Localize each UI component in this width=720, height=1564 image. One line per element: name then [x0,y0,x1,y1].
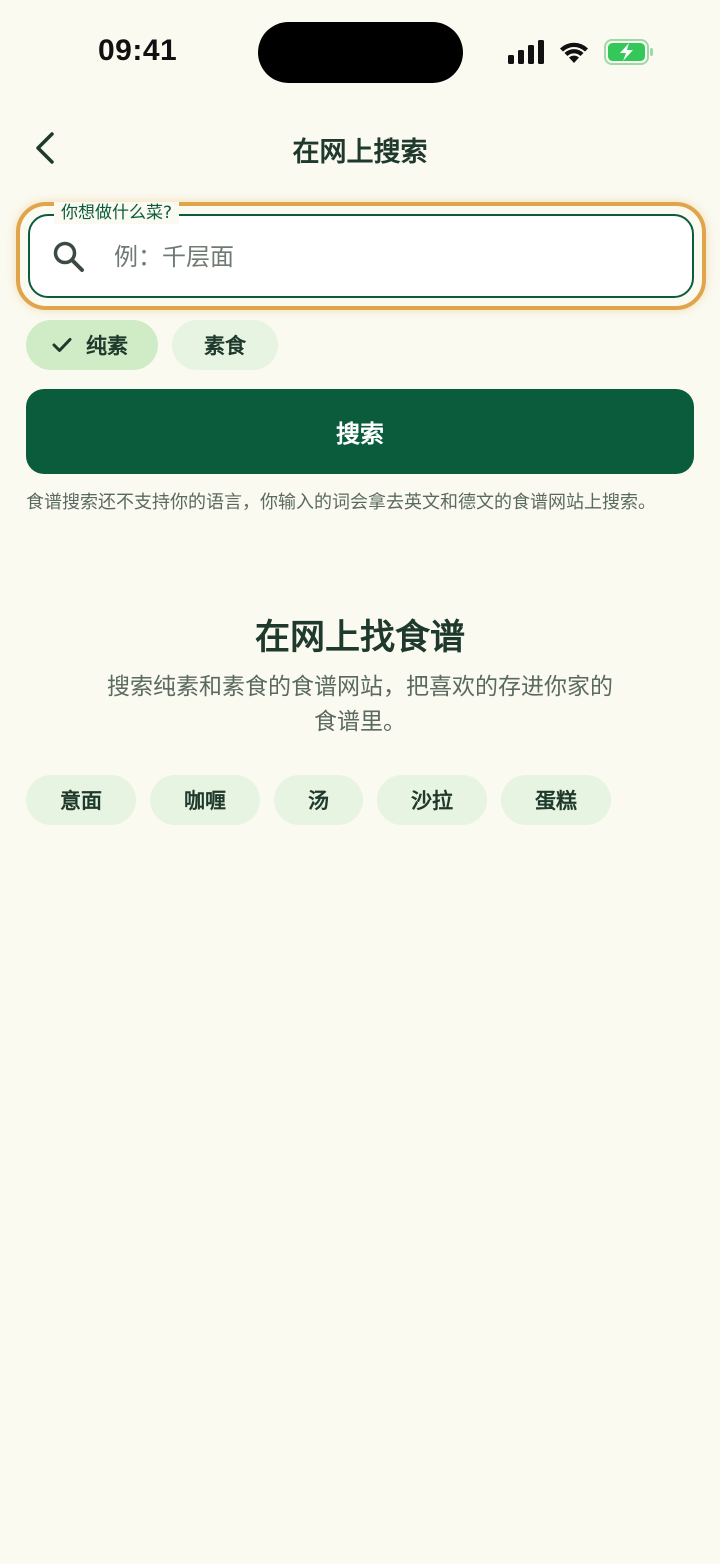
suggestion-chip-label: 沙拉 [411,789,453,813]
suggestion-chip-label: 蛋糕 [535,789,577,813]
filter-chip-label: 纯素 [86,334,128,358]
suggestion-chips: 意面 咖喱 汤 沙拉 蛋糕 [26,775,611,825]
suggestion-chip-label: 咖喱 [184,789,226,813]
search-field[interactable]: 你想做什么菜? [28,202,694,298]
search-button-label: 搜索 [336,420,384,448]
suggestion-chip-pasta[interactable]: 意面 [26,775,136,825]
wifi-icon [560,42,588,63]
filter-chip-vegan[interactable]: 纯素 [26,320,158,370]
battery-charging-icon [604,39,653,65]
status-bar: 09:41 [0,0,720,100]
checkmark-icon [52,338,72,352]
status-time: 09:41 [98,34,178,67]
suggestion-chip-salad[interactable]: 沙拉 [377,775,487,825]
status-icons [508,38,654,66]
diet-filter-chips: 纯素 素食 [26,320,278,370]
search-button[interactable]: 搜索 [26,389,694,474]
language-notice: 食谱搜索还不支持你的语言，你输入的词会拿去英文和德文的食谱网站上搜索。 [26,492,656,513]
search-field-label: 你想做什么菜? [54,202,180,224]
filter-chip-label: 素食 [204,334,246,358]
page-title: 在网上搜索 [292,137,428,168]
screen: 09:41 在网上搜索 你想做什么菜? 例：千层面 纯素 素食 搜索 食谱搜索还… [0,0,720,1564]
cellular-signal-icon [508,40,544,64]
search-input[interactable] [114,234,674,280]
suggestion-chip-label: 汤 [308,789,329,813]
suggestion-chip-cake[interactable]: 蛋糕 [501,775,611,825]
empty-state-description: 搜索纯素和素食的食谱网站，把喜欢的存进你家的食谱里。 [107,674,613,735]
suggestion-chip-soup[interactable]: 汤 [274,775,363,825]
suggestion-chip-label: 意面 [60,789,102,813]
filter-chip-vegetarian[interactable]: 素食 [172,320,278,370]
empty-state-title: 在网上找食谱 [254,618,465,658]
search-field-focus-ring: 你想做什么菜? [16,202,706,310]
top-app-bar: 在网上搜索 [0,112,720,184]
search-icon [53,241,84,272]
dynamic-island [258,22,463,83]
suggestion-chip-curry[interactable]: 咖喱 [150,775,260,825]
